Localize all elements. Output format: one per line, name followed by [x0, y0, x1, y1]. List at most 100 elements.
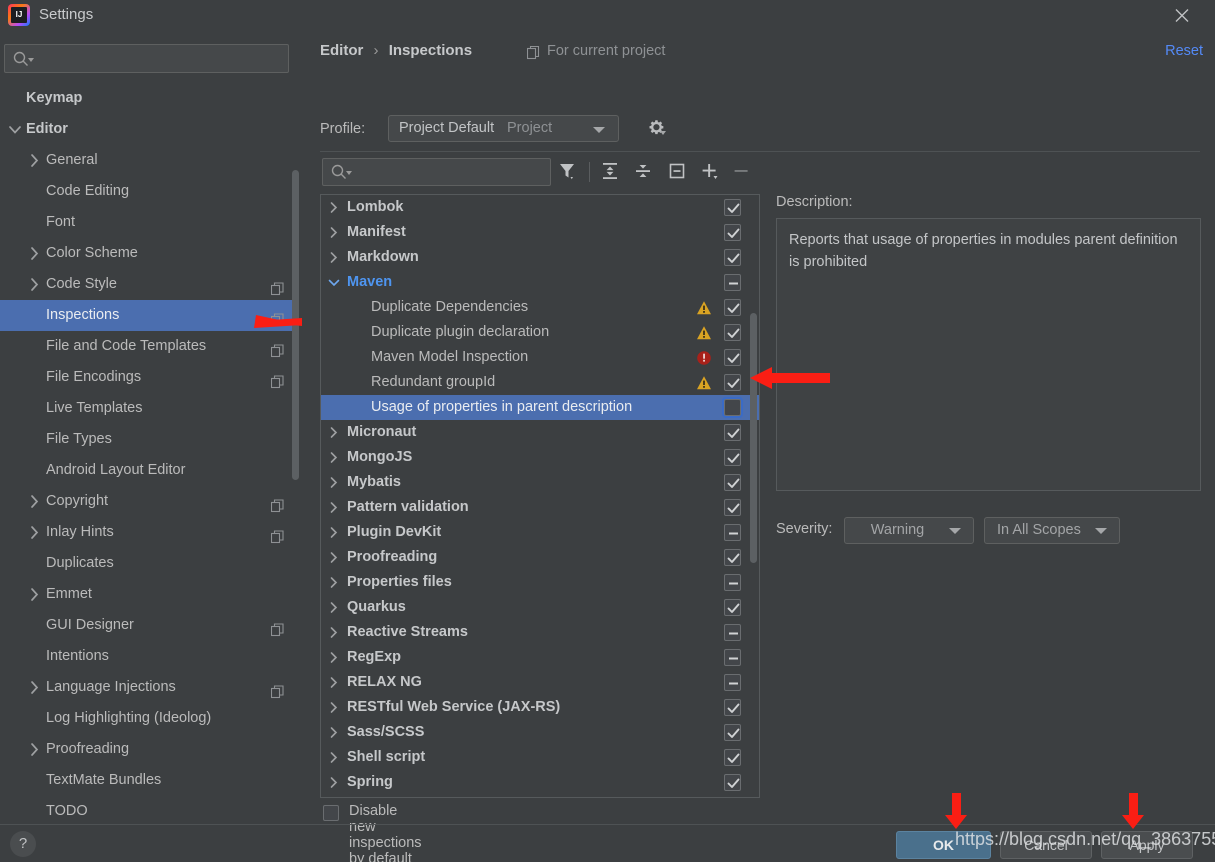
chevron-right-icon[interactable] [327, 570, 341, 595]
inspection-enabled-checkbox[interactable] [724, 324, 741, 341]
sidebar-item-file-types[interactable]: File Types [0, 424, 299, 455]
inspection-row[interactable]: Spring [321, 770, 759, 795]
chevron-right-icon[interactable] [327, 670, 341, 695]
expand-all-button[interactable] [599, 160, 625, 184]
chevron-right-icon[interactable] [28, 486, 42, 517]
chevron-right-icon[interactable] [28, 517, 42, 548]
inspection-row[interactable]: Reactive Streams [321, 620, 759, 645]
inspection-enabled-checkbox[interactable] [724, 724, 741, 741]
chevron-right-icon[interactable] [327, 695, 341, 720]
chevron-right-icon[interactable] [28, 734, 42, 765]
chevron-right-icon[interactable] [327, 595, 341, 620]
sidebar-item-inlay-hints[interactable]: Inlay Hints [0, 517, 299, 548]
inspection-row[interactable]: Markdown [321, 245, 759, 270]
inspection-row[interactable]: Manifest [321, 220, 759, 245]
inspection-row[interactable]: Redundant groupId [321, 370, 759, 395]
inspection-row[interactable]: RELAX NG [321, 670, 759, 695]
inspection-enabled-checkbox[interactable] [724, 299, 741, 316]
inspection-enabled-checkbox[interactable] [724, 349, 741, 366]
collapse-all-button[interactable] [632, 160, 658, 184]
sidebar-item-android-layout-editor[interactable]: Android Layout Editor [0, 455, 299, 486]
sidebar-item-todo[interactable]: TODO [0, 796, 299, 827]
inspection-enabled-checkbox[interactable] [724, 224, 741, 241]
sidebar-item-emmet[interactable]: Emmet [0, 579, 299, 610]
sidebar-item-inspections[interactable]: Inspections [0, 300, 299, 331]
inspection-enabled-checkbox[interactable] [724, 549, 741, 566]
inspection-enabled-checkbox[interactable] [724, 499, 741, 516]
inspection-tree-scrollbar[interactable] [750, 313, 757, 563]
sidebar-item-intentions[interactable]: Intentions [0, 641, 299, 672]
inspection-row[interactable]: Mybatis [321, 470, 759, 495]
inspection-row[interactable]: Lombok [321, 195, 759, 220]
inspection-row[interactable]: Proofreading [321, 545, 759, 570]
filter-button[interactable] [557, 160, 583, 184]
sidebar-item-color-scheme[interactable]: Color Scheme [0, 238, 299, 269]
inspection-enabled-checkbox[interactable] [724, 649, 741, 666]
inspection-enabled-checkbox[interactable] [724, 199, 741, 216]
help-button[interactable]: ? [10, 831, 36, 857]
apply-button[interactable]: Apply [1101, 831, 1193, 859]
inspection-enabled-checkbox[interactable] [724, 524, 741, 541]
inspection-enabled-checkbox[interactable] [724, 274, 741, 291]
sidebar-scrollbar[interactable] [292, 170, 299, 480]
chevron-right-icon[interactable] [327, 520, 341, 545]
search-options-chevron-icon[interactable] [28, 58, 34, 62]
chevron-right-icon[interactable] [327, 545, 341, 570]
chevron-right-icon[interactable] [327, 720, 341, 745]
inspection-row[interactable]: Properties files [321, 570, 759, 595]
inspection-row[interactable]: Sass/SCSS [321, 720, 759, 745]
chevron-right-icon[interactable] [327, 495, 341, 520]
chevron-right-icon[interactable] [28, 579, 42, 610]
chevron-down-icon[interactable] [8, 114, 22, 145]
inspection-enabled-checkbox[interactable] [724, 249, 741, 266]
sidebar-item-proofreading[interactable]: Proofreading [0, 734, 299, 765]
severity-dropdown[interactable]: Warning [844, 517, 974, 544]
sidebar-item-log-highlighting-ideolog[interactable]: Log Highlighting (Ideolog) [0, 703, 299, 734]
sidebar-item-copyright[interactable]: Copyright [0, 486, 299, 517]
chevron-right-icon[interactable] [327, 745, 341, 770]
profile-dropdown[interactable]: Project Default Project [388, 115, 619, 142]
chevron-right-icon[interactable] [327, 645, 341, 670]
sidebar-item-code-style[interactable]: Code Style [0, 269, 299, 300]
inspection-enabled-checkbox[interactable] [724, 774, 741, 791]
inspection-enabled-checkbox[interactable] [724, 374, 741, 391]
inspection-row[interactable]: Pattern validation [321, 495, 759, 520]
inspection-row[interactable]: Maven Model Inspection [321, 345, 759, 370]
chevron-down-icon[interactable] [327, 270, 341, 295]
sidebar-item-file-encodings[interactable]: File Encodings [0, 362, 299, 393]
inspection-enabled-checkbox[interactable] [724, 599, 741, 616]
inspection-enabled-checkbox[interactable] [724, 574, 741, 591]
inspection-row[interactable]: Duplicate plugin declaration [321, 320, 759, 345]
inspection-row[interactable]: Shell script [321, 745, 759, 770]
chevron-right-icon[interactable] [327, 470, 341, 495]
settings-search-box[interactable] [4, 44, 289, 73]
sidebar-item-language-injections[interactable]: Language Injections [0, 672, 299, 703]
chevron-right-icon[interactable] [28, 145, 42, 176]
chevron-right-icon[interactable] [28, 238, 42, 269]
inspection-enabled-checkbox[interactable] [724, 674, 741, 691]
breadcrumb-root[interactable]: Editor [320, 42, 363, 59]
chevron-right-icon[interactable] [28, 269, 42, 300]
sidebar-item-code-editing[interactable]: Code Editing [0, 176, 299, 207]
inspection-row[interactable]: Micronaut [321, 420, 759, 445]
inspection-row[interactable]: MongoJS [321, 445, 759, 470]
chevron-right-icon[interactable] [327, 420, 341, 445]
sidebar-item-file-and-code-templates[interactable]: File and Code Templates [0, 331, 299, 362]
ok-button[interactable]: OK [896, 831, 991, 859]
inspection-row[interactable]: Duplicate Dependencies [321, 295, 759, 320]
sidebar-item-gui-designer[interactable]: GUI Designer [0, 610, 299, 641]
inspection-row[interactable]: Plugin DevKit [321, 520, 759, 545]
chevron-right-icon[interactable] [327, 220, 341, 245]
gear-icon[interactable] [647, 118, 667, 141]
inspection-tree[interactable]: Lombok Manifest Markdown Maven Duplicate Dep… [320, 194, 760, 798]
inspection-row[interactable]: Maven [321, 270, 759, 295]
inspection-enabled-checkbox[interactable] [722, 397, 743, 418]
inspection-enabled-checkbox[interactable] [724, 624, 741, 641]
inspection-enabled-checkbox[interactable] [724, 449, 741, 466]
sidebar-item-keymap[interactable]: Keymap [0, 83, 299, 114]
inspection-row[interactable]: RESTful Web Service (JAX-RS) [321, 695, 759, 720]
chevron-right-icon[interactable] [327, 245, 341, 270]
add-button[interactable] [699, 160, 725, 184]
chevron-right-icon[interactable] [327, 445, 341, 470]
collapse-node-button[interactable] [666, 160, 692, 184]
